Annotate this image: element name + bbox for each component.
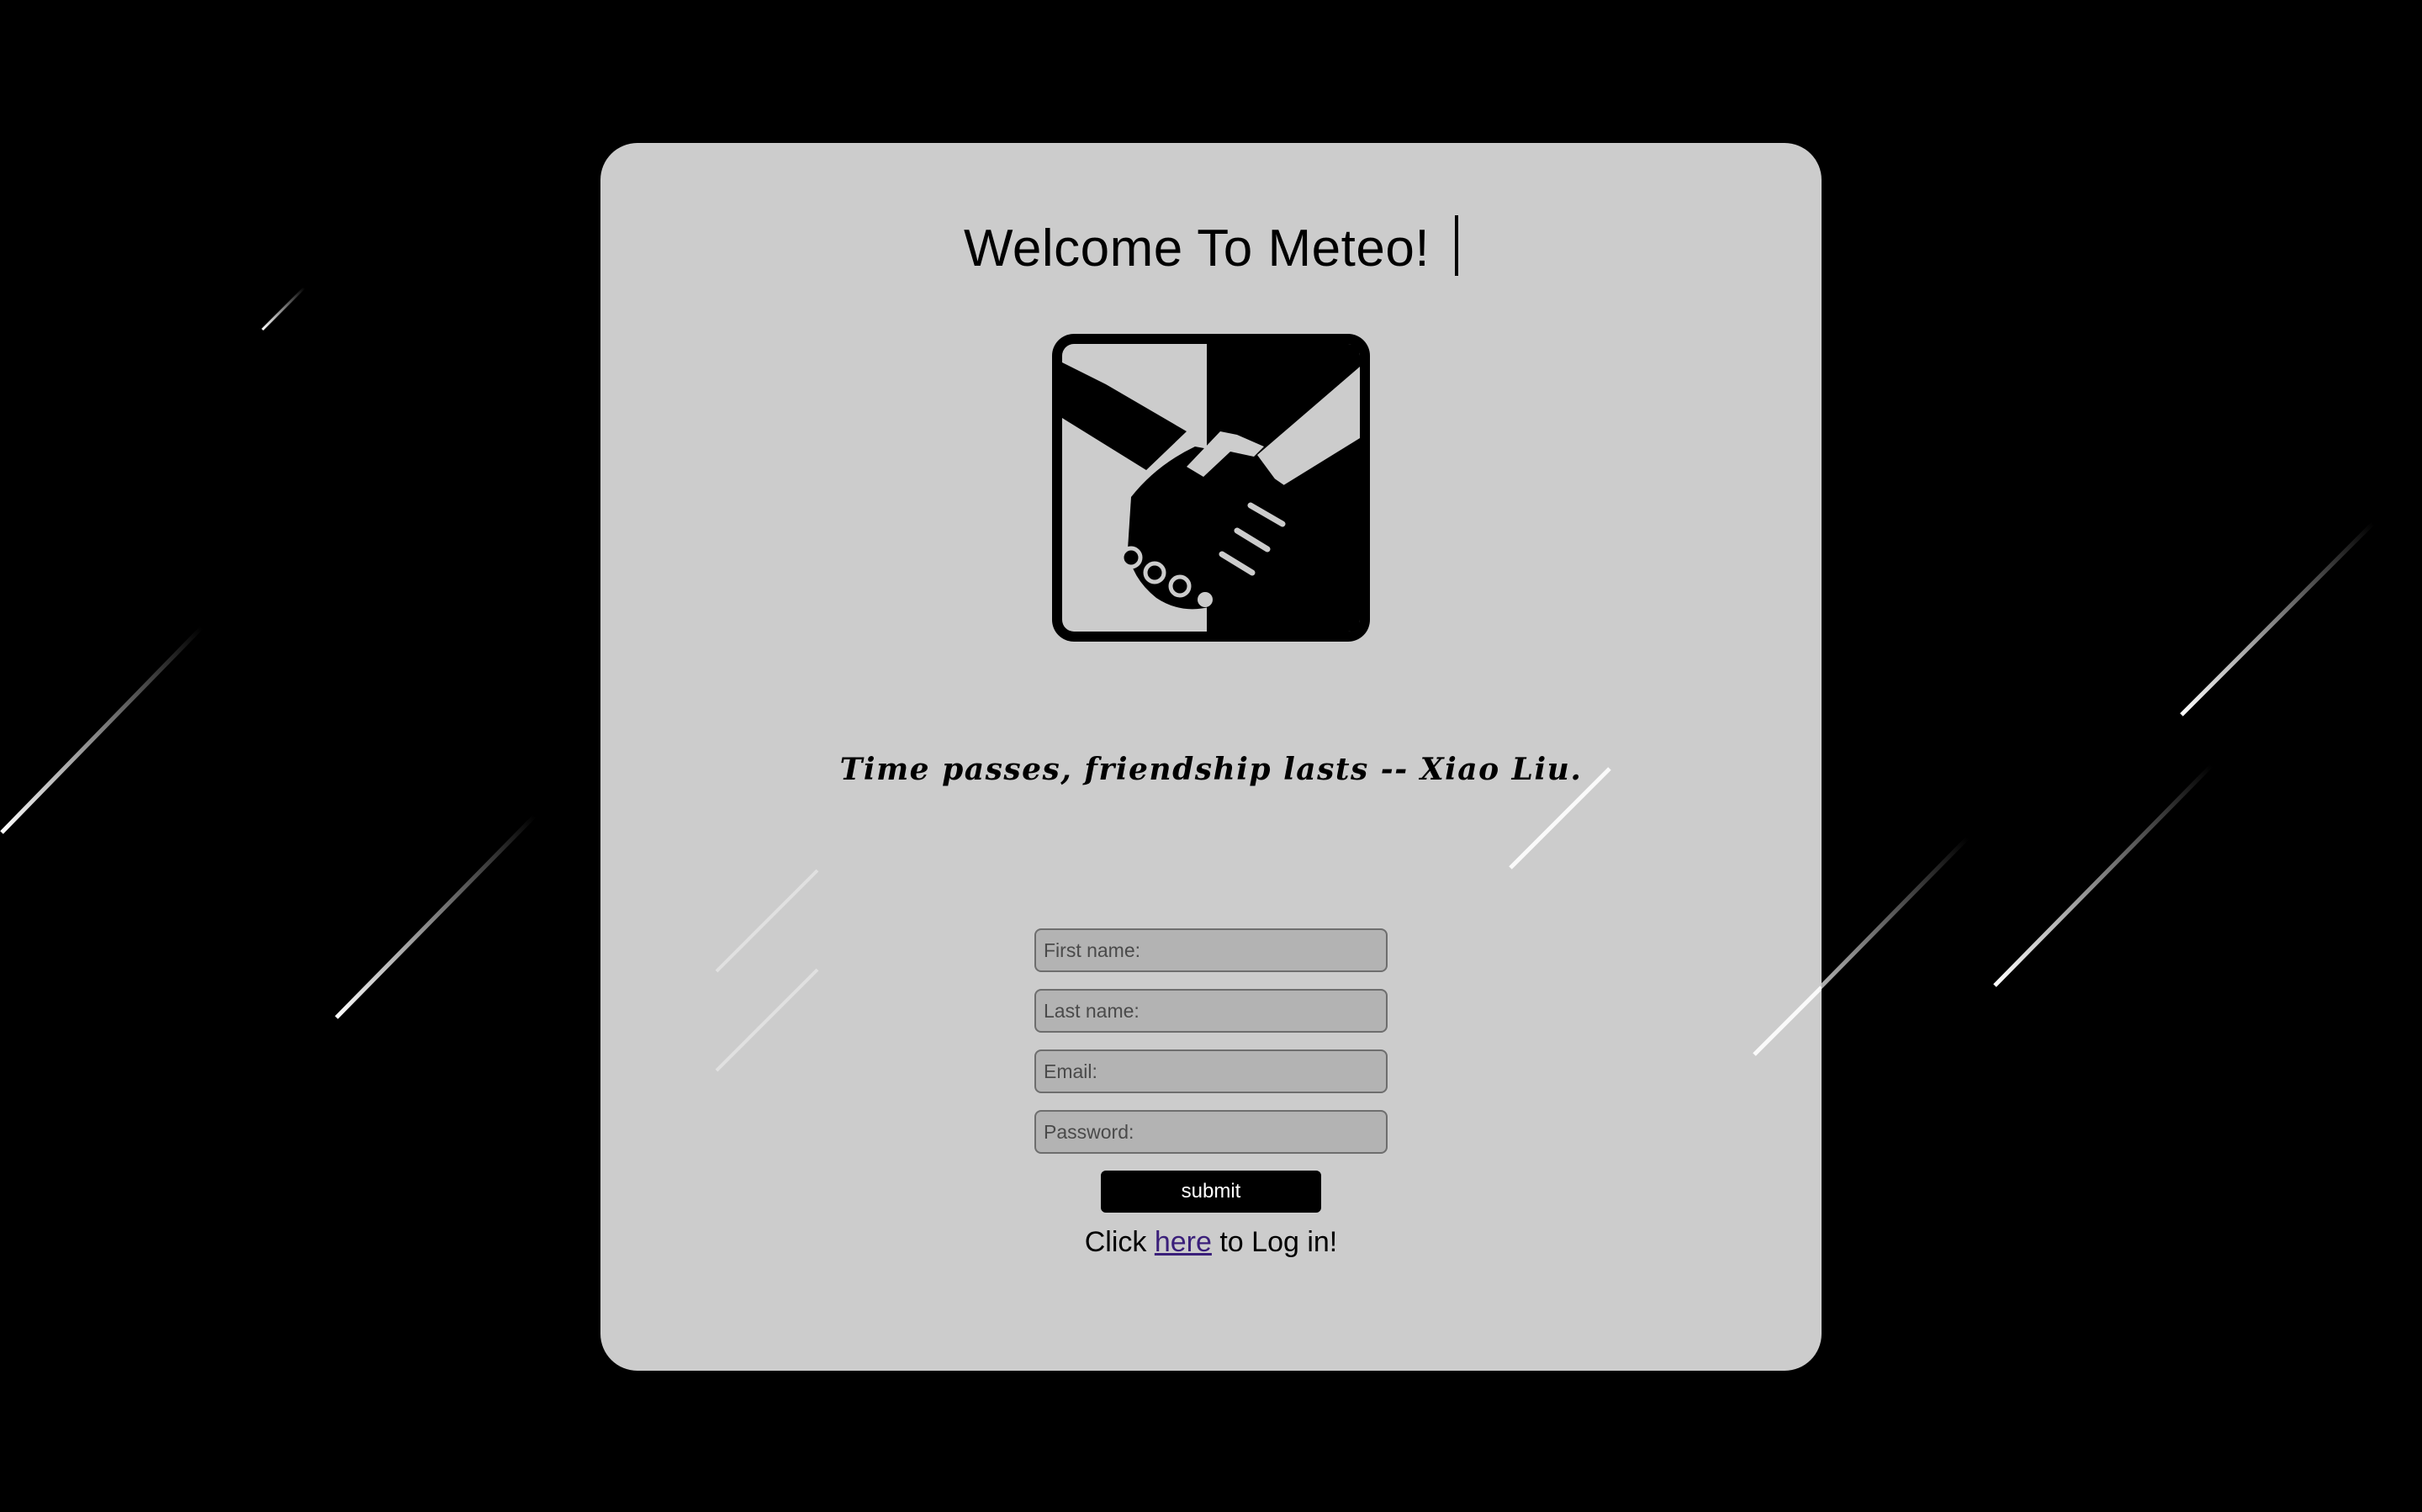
meteor-streak (335, 814, 537, 1019)
login-prompt: Click here to Log in! (600, 1226, 1822, 1259)
login-link[interactable]: here (1155, 1226, 1212, 1258)
login-suffix: to Log in! (1211, 1226, 1338, 1258)
last-name-input[interactable] (1034, 989, 1388, 1033)
meteor-streak (1753, 986, 1822, 1056)
signup-card: Welcome To Meteo! Time passes, friendshi… (600, 143, 1822, 1371)
typing-cursor (1455, 215, 1459, 276)
meteor-streak (2180, 521, 2375, 716)
login-prefix: Click (1084, 1226, 1155, 1258)
motto-text: Time passes, friendship lasts -- Xiao Li… (839, 752, 1583, 787)
email-input[interactable] (1034, 1049, 1388, 1093)
page-title-row: Welcome To Meteo! (600, 215, 1822, 276)
meteor-streak (715, 968, 819, 1072)
handshake-icon (1047, 329, 1375, 647)
meteor-streak (0, 626, 204, 834)
handshake-logo-svg (1052, 334, 1370, 642)
first-name-input[interactable] (1034, 928, 1388, 972)
signup-form: submit (1034, 928, 1388, 1213)
meteor-streak (715, 869, 819, 973)
meteor-streak (261, 286, 306, 331)
page-background: Welcome To Meteo! Time passes, friendshi… (0, 0, 2422, 1512)
page-title: Welcome To Meteo! (963, 219, 1430, 278)
meteor-streak (1993, 764, 2213, 987)
password-input[interactable] (1034, 1110, 1388, 1154)
submit-button[interactable]: submit (1101, 1171, 1321, 1213)
